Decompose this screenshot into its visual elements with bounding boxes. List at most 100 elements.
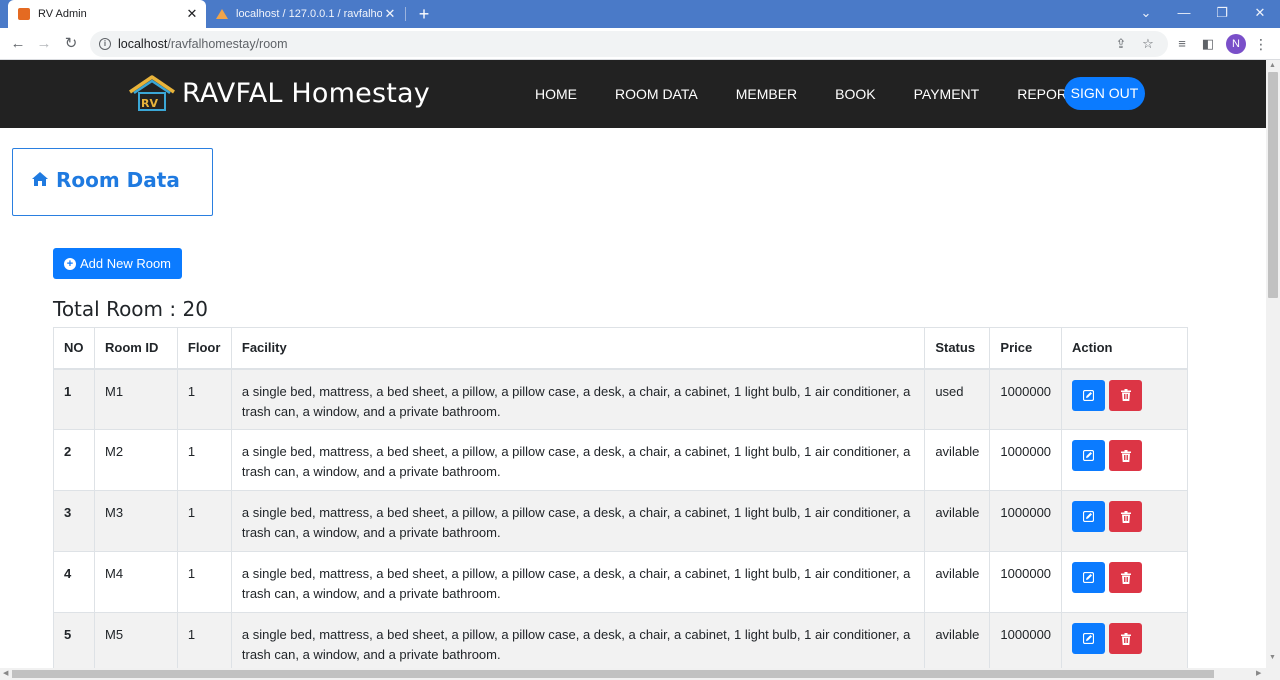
forward-icon[interactable]: → xyxy=(34,34,54,54)
column-header-price: Price xyxy=(989,327,1063,370)
cell-floor: 1 xyxy=(176,368,232,430)
browser-tab-rv-admin[interactable]: RV Admin ✕ xyxy=(8,0,206,28)
browser-menu-icon[interactable]: ⋮ xyxy=(1254,34,1268,54)
delete-room-button[interactable] xyxy=(1109,501,1143,532)
url-path: /ravfalhomestay/room xyxy=(167,37,288,51)
edit-icon xyxy=(1083,511,1095,522)
site-info-icon[interactable]: i xyxy=(99,38,111,50)
add-new-room-label: Add New Room xyxy=(79,256,172,271)
cell-floor: 1 xyxy=(176,612,232,668)
page-viewport: RV RAVFAL Homestay HOME ROOM DATA MEMBER… xyxy=(0,60,1266,668)
cell-no: 2 xyxy=(53,429,95,491)
vertical-scrollbar[interactable]: ▲ ▼ xyxy=(1266,60,1280,668)
scroll-left-icon[interactable]: ◀ xyxy=(3,669,8,677)
side-panel-icon[interactable]: ◧ xyxy=(1199,35,1217,53)
nav-member[interactable]: MEMBER xyxy=(736,86,797,102)
plus-circle-icon: + xyxy=(63,257,76,270)
edit-room-button[interactable] xyxy=(1072,379,1106,411)
cell-price: 1000000 xyxy=(989,429,1063,491)
minimize-icon[interactable]: — xyxy=(1174,4,1194,22)
trash-icon xyxy=(1120,632,1131,645)
sign-out-button[interactable]: SIGN OUT xyxy=(1064,77,1145,110)
profile-avatar[interactable]: N xyxy=(1226,34,1246,54)
reload-icon[interactable]: ↻ xyxy=(61,34,81,54)
cell-status: avilable xyxy=(924,551,991,613)
cell-action xyxy=(1061,429,1188,491)
column-header-status: Status xyxy=(924,327,991,370)
cell-action xyxy=(1061,368,1188,430)
address-bar[interactable]: i localhost/ravfalhomestay/room ⇪ ☆ xyxy=(90,31,1168,57)
cell-facility: a single bed, mattress, a bed sheet, a p… xyxy=(230,368,926,430)
page-title: Room Data xyxy=(56,168,180,192)
edit-icon xyxy=(1083,633,1095,644)
trash-icon xyxy=(1120,571,1131,584)
tab-title: localhost / 127.0.0.1 / ravfalhome xyxy=(236,8,382,20)
horizontal-scrollbar[interactable]: ◀ ▶ xyxy=(0,668,1280,680)
trash-icon xyxy=(1120,389,1131,401)
cell-price: 1000000 xyxy=(989,612,1063,668)
delete-room-button[interactable] xyxy=(1109,379,1143,411)
add-new-room-button[interactable]: + Add New Room xyxy=(53,248,182,279)
column-header-room-id: Room ID xyxy=(93,327,178,370)
back-icon[interactable]: ← xyxy=(8,34,28,54)
cell-room-id: M5 xyxy=(93,612,178,668)
phpmyadmin-favicon-icon xyxy=(216,9,228,19)
cell-action xyxy=(1061,490,1188,552)
tab-separator xyxy=(405,7,406,21)
column-header-floor: Floor xyxy=(176,327,232,370)
maximize-icon[interactable]: ❐ xyxy=(1212,4,1232,22)
edit-icon xyxy=(1083,450,1095,461)
delete-room-button[interactable] xyxy=(1109,562,1143,593)
vertical-scroll-thumb[interactable] xyxy=(1268,72,1278,298)
nav-book[interactable]: BOOK xyxy=(835,86,875,102)
horizontal-scroll-thumb[interactable] xyxy=(12,670,1214,678)
table-row: 2 M2 1 a single bed, mattress, a bed sheet,… xyxy=(53,429,1188,491)
nav-room-data[interactable]: ROOM DATA xyxy=(615,86,698,102)
cell-floor: 1 xyxy=(176,429,232,491)
new-tab-icon[interactable]: + xyxy=(414,4,434,24)
brand-name: RAVFAL Homestay xyxy=(182,77,430,109)
cell-no: 3 xyxy=(53,490,95,552)
table-row: 3 M3 1 a single bed, mattress, a bed sheet,… xyxy=(53,490,1188,552)
media-control-icon[interactable]: ≡ xyxy=(1173,35,1191,53)
close-tab-icon[interactable]: ✕ xyxy=(184,6,200,22)
nav-payment[interactable]: PAYMENT xyxy=(914,86,980,102)
cell-floor: 1 xyxy=(176,490,232,552)
cell-room-id: M2 xyxy=(93,429,178,491)
row-actions xyxy=(1072,562,1177,593)
brand[interactable]: RV RAVFAL Homestay xyxy=(128,74,430,112)
edit-room-button[interactable] xyxy=(1072,623,1106,654)
close-tab-icon[interactable]: ✕ xyxy=(382,6,398,22)
row-actions xyxy=(1072,379,1177,411)
share-icon[interactable]: ⇪ xyxy=(1112,35,1130,53)
svg-text:RV: RV xyxy=(141,97,158,110)
edit-room-button[interactable] xyxy=(1072,440,1106,471)
scroll-up-icon[interactable]: ▲ xyxy=(1269,62,1276,69)
home-icon xyxy=(32,172,48,186)
cell-room-id: M4 xyxy=(93,551,178,613)
scroll-down-icon[interactable]: ▼ xyxy=(1269,654,1276,661)
nav-home[interactable]: HOME xyxy=(535,86,577,102)
column-header-no: NO xyxy=(53,327,95,370)
bookmark-star-icon[interactable]: ☆ xyxy=(1139,35,1157,53)
url-host: localhost xyxy=(118,37,168,51)
table-row: 5 M5 1 a single bed, mattress, a bed sheet,… xyxy=(53,612,1188,668)
edit-room-button[interactable] xyxy=(1072,501,1106,532)
browser-toolbar: ← → ↻ i localhost/ravfalhomestay/room ⇪ … xyxy=(0,28,1280,60)
cell-room-id: M1 xyxy=(93,368,178,430)
edit-room-button[interactable] xyxy=(1072,562,1106,593)
scroll-right-icon[interactable]: ▶ xyxy=(1256,669,1261,677)
delete-room-button[interactable] xyxy=(1109,440,1143,471)
delete-room-button[interactable] xyxy=(1109,623,1143,654)
cell-no: 5 xyxy=(53,612,95,668)
cell-action xyxy=(1061,551,1188,613)
tab-search-icon[interactable]: ⌄ xyxy=(1136,4,1156,22)
cell-status: used xyxy=(924,368,991,430)
table-header-row: NO Room ID Floor Facility Status Price A… xyxy=(53,327,1188,370)
close-window-icon[interactable]: ✕ xyxy=(1250,4,1270,22)
cell-status: avilable xyxy=(924,429,991,491)
table-row: 4 M4 1 a single bed, mattress, a bed sheet,… xyxy=(53,551,1188,613)
table-row: 1 M1 1 a single bed, mattress, a bed sheet,… xyxy=(53,368,1188,430)
browser-tab-phpmyadmin[interactable]: localhost / 127.0.0.1 / ravfalhome ✕ xyxy=(208,0,404,28)
cell-no: 1 xyxy=(53,368,95,430)
